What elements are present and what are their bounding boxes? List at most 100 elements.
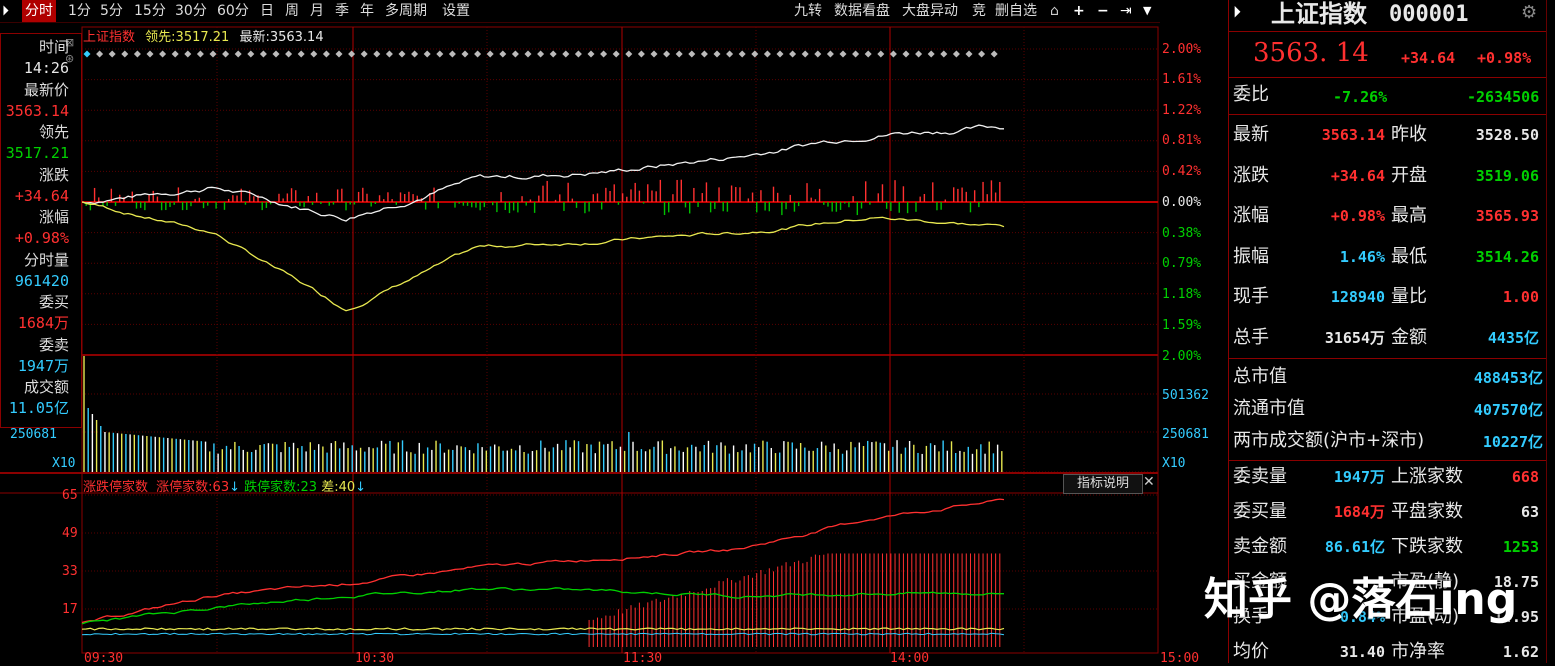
quote-value: 3519.06 — [1475, 166, 1539, 185]
event-marker — [726, 50, 734, 58]
tab-month[interactable]: 月 — [310, 0, 324, 22]
weibi-pct: -7.26% — [1333, 88, 1388, 106]
close-icon[interactable]: ✕ — [1143, 474, 1155, 490]
time-axis-label: 15:00 — [1160, 651, 1200, 666]
auction-button[interactable]: 竞 — [972, 0, 986, 22]
info-label: 领先 — [38, 123, 69, 141]
event-marker — [159, 50, 167, 58]
event-marker — [549, 50, 557, 58]
event-marker — [637, 50, 645, 58]
side-scroll-strip[interactable] — [1546, 0, 1555, 663]
info-value: 14:26 — [23, 59, 69, 77]
tab-30min[interactable]: 30分 — [175, 0, 207, 22]
lock-icon[interactable]: ⌂ — [1050, 0, 1059, 22]
tab-60min[interactable]: 60分 — [217, 0, 249, 22]
tab-5min[interactable]: 5分 — [100, 0, 123, 22]
event-marker — [335, 50, 343, 58]
gear-icon[interactable]: ⚙ — [1521, 2, 1537, 24]
tab-intraday[interactable]: 分时 — [22, 0, 56, 22]
event-marker — [272, 50, 280, 58]
indicator-axis-label: 17 — [62, 602, 78, 617]
stat-value: 1947万 — [1333, 468, 1385, 486]
event-marker — [763, 50, 771, 58]
quote-value: 1.00 — [1502, 288, 1539, 306]
info-label: 委买 — [38, 293, 69, 311]
tab-year[interactable]: 年 — [360, 0, 374, 22]
event-marker — [108, 50, 116, 58]
tab-15min[interactable]: 15分 — [134, 0, 166, 22]
data-board-button[interactable]: 数据看盘 — [834, 0, 890, 22]
indicator-header: 涨跌停家数 涨停家数:63↓ 跌停家数:23 差:40↓ — [83, 476, 366, 495]
event-marker — [839, 50, 847, 58]
tab-season[interactable]: 季 — [335, 0, 349, 22]
tab-day[interactable]: 日 — [260, 0, 274, 22]
event-marker — [700, 50, 708, 58]
info-value: 3517.21 — [5, 144, 69, 162]
price-momentum-bars — [85, 179, 1001, 216]
event-marker — [133, 50, 141, 58]
tab-1min[interactable]: 1分 — [68, 0, 91, 22]
quote-label: 总手 — [1233, 326, 1269, 348]
lead-line — [81, 201, 1005, 312]
event-marker — [285, 50, 293, 58]
remove-favorite-button[interactable]: 删自选 — [995, 0, 1037, 22]
jiuzhuan-button[interactable]: 九转 — [794, 0, 822, 22]
stat-label: 上涨家数 — [1391, 466, 1463, 487]
event-marker — [562, 50, 570, 58]
dropdown-icon[interactable]: ▼ — [1143, 0, 1151, 22]
indicator-help-button[interactable]: 指标说明 — [1063, 474, 1143, 494]
minus-icon[interactable]: − — [1097, 0, 1109, 22]
panel-pin-icon[interactable]: ⏵ — [1233, 1, 1241, 23]
info-value: 11.05亿 — [8, 399, 69, 417]
quote-value: +34.64 — [1330, 166, 1385, 185]
event-marker — [814, 50, 822, 58]
info-value: +34.64 — [14, 186, 69, 205]
limit-down-label: 跌停家数: — [244, 480, 301, 495]
stat-label: 下跌家数 — [1391, 536, 1463, 557]
plus-icon[interactable]: + — [1073, 0, 1085, 22]
lead-label: 领先: — [145, 30, 176, 45]
quote-value: 3563.14 — [1321, 126, 1385, 144]
event-markers — [83, 50, 998, 58]
info-value: 961420 — [14, 271, 69, 290]
time-axis-label: 09:30 — [84, 651, 124, 666]
collapse-icon[interactable]: ⇥ — [1120, 0, 1132, 22]
event-marker — [889, 50, 897, 58]
event-marker — [902, 50, 910, 58]
event-marker — [776, 50, 784, 58]
quote-label: 振幅 — [1233, 245, 1269, 267]
event-marker — [461, 50, 469, 58]
quote-value: 128940 — [1330, 288, 1385, 306]
market-label: 两市成交额(沪市+深市) — [1233, 430, 1425, 451]
settings-button[interactable]: 设置 — [442, 0, 470, 22]
event-marker — [373, 50, 381, 58]
intraday-chart[interactable] — [0, 22, 1160, 663]
quote-value: +0.98% — [1330, 207, 1385, 225]
quote-label: 量比 — [1391, 286, 1427, 307]
event-marker — [675, 50, 683, 58]
tab-multi-period[interactable]: 多周期 — [385, 0, 427, 22]
time-axis-label: 11:30 — [623, 651, 663, 666]
info-label: 成交额 — [23, 378, 69, 396]
quote-label: 现手 — [1233, 286, 1269, 307]
index-price-line — [81, 124, 1004, 222]
tab-week[interactable]: 周 — [285, 0, 299, 22]
market-alert-button[interactable]: 大盘异动 — [902, 0, 958, 22]
diff-value: 40 — [338, 480, 356, 495]
event-marker — [423, 50, 431, 58]
stat-label: 委买量 — [1233, 501, 1287, 522]
pin-icon[interactable]: ⏵ — [2, 0, 9, 22]
event-marker — [852, 50, 860, 58]
down-arrow-icon: ↓ — [355, 480, 367, 495]
weibi-value: -2634506 — [1467, 88, 1540, 106]
quote-label: 金额 — [1391, 326, 1427, 348]
event-marker — [688, 50, 696, 58]
stat-label: 均价 — [1233, 641, 1269, 662]
price-axis-label: 0.42% — [1162, 164, 1202, 179]
event-marker — [915, 50, 923, 58]
quote-value: 3528.50 — [1475, 126, 1539, 144]
event-marker — [524, 50, 532, 58]
event-marker — [322, 50, 330, 58]
stat-value: 1253 — [1502, 538, 1539, 556]
limit-up-label: 涨停家数: — [156, 480, 213, 495]
